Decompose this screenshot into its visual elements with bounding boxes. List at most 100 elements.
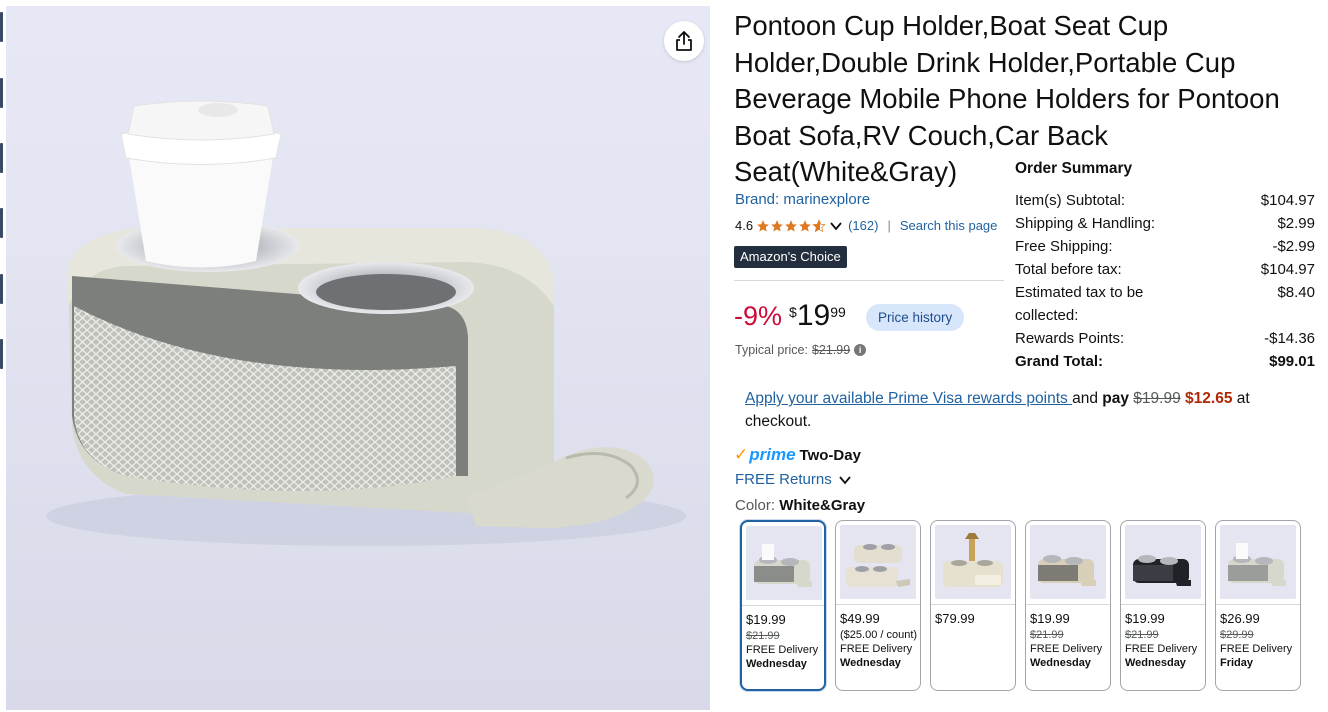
star-icon (799, 219, 811, 232)
swatch-details: $21.99 FREE Delivery Wednesday (1030, 628, 1108, 670)
swatch-price: $19.99 (746, 612, 786, 627)
swatch-details: $29.99 FREE Delivery Friday (1220, 628, 1298, 670)
prime-two-day: Two-Day (799, 446, 861, 464)
free-returns-link[interactable]: FREE Returns (735, 471, 852, 488)
swatch-option[interactable]: $19.99 $21.99 FREE Delivery Wednesday (1120, 520, 1206, 691)
swatch-delivery: FREE Delivery (840, 643, 913, 655)
summary-value: -$14.36 (1264, 330, 1315, 347)
swatch-unit-price: ($25.00 / count) (840, 629, 918, 641)
summary-value: $2.99 (1277, 215, 1315, 232)
prime-visa-offer: Apply your available Prime Visa rewards … (745, 387, 1315, 433)
summary-value: $104.97 (1260, 192, 1315, 209)
swatch-option[interactable]: $26.99 $29.99 FREE Delivery Friday (1215, 520, 1301, 691)
price-history-button[interactable]: Price history (866, 304, 965, 331)
swatch-image (1125, 525, 1201, 599)
swatch-details: ($25.00 / count) FREE Delivery Wednesday (840, 628, 918, 670)
color-label: Color: White&Gray (735, 497, 865, 514)
share-icon (676, 31, 692, 51)
prime-visa-and: and (1072, 390, 1103, 407)
summary-label: Rewards Points: (1015, 330, 1125, 347)
price-fraction: 99 (830, 304, 846, 320)
rating-value: 4.6 (735, 218, 754, 233)
discount-percent: -9% (734, 301, 783, 331)
swatch-image (746, 526, 822, 600)
swatch-delivery-day: Wednesday (746, 658, 807, 670)
separator: | (887, 218, 891, 233)
swatch-option[interactable]: $49.99 ($25.00 / count) FREE Delivery Wedn… (835, 520, 921, 691)
swatch-typical-price: $29.99 (1220, 629, 1254, 641)
swatch-image (1030, 525, 1106, 599)
info-icon[interactable]: i (854, 344, 867, 356)
typical-price-label: Typical price: (735, 343, 808, 357)
thumbnail-marker[interactable] (0, 339, 3, 369)
summary-row-grand-total: Grand Total: $99.01 (1015, 350, 1315, 373)
divider (734, 280, 1004, 281)
swatch-image (1220, 525, 1296, 599)
star-icon (757, 219, 769, 232)
thumbnail-marker[interactable] (0, 208, 3, 238)
swatch-option[interactable]: $79.99 (930, 520, 1016, 691)
swatch-typical-price: $21.99 (1030, 629, 1064, 641)
amazons-choice-badge: Amazon's Choice (734, 246, 847, 268)
prime-delivery: ✓ prime Two-Day (734, 445, 861, 465)
swatch-delivery-day: Wednesday (1125, 657, 1186, 669)
swatch-delivery: FREE Delivery (1220, 643, 1293, 655)
product-main-image[interactable] (6, 6, 710, 710)
swatch-typical-price: $21.99 (746, 630, 780, 642)
thumbnail-marker[interactable] (0, 274, 3, 304)
swatch-price: $79.99 (935, 611, 975, 626)
swatch-image (840, 525, 916, 599)
swatch-delivery-day: Wednesday (1030, 657, 1091, 669)
price-currency: $ (789, 304, 797, 320)
summary-value: -$2.99 (1272, 238, 1315, 255)
color-label-text: Color: (735, 497, 780, 514)
summary-value: $8.40 (1277, 284, 1315, 301)
summary-label: Item(s) Subtotal: (1015, 192, 1126, 209)
free-returns-text: FREE Returns (735, 471, 832, 488)
swatch-price: $26.99 (1220, 611, 1260, 626)
swatch-typical-price: $21.99 (1125, 629, 1159, 641)
star-icon (771, 219, 783, 232)
color-value: White&Gray (779, 497, 866, 514)
brand-link[interactable]: Brand: marinexplore (735, 191, 870, 208)
swatch-delivery: FREE Delivery (746, 644, 819, 656)
badge-choice-text: Choice (800, 249, 841, 264)
swatch-option[interactable]: $19.99 $21.99 FREE Delivery Wednesday (740, 520, 826, 691)
prime-visa-pay: pay (1102, 390, 1129, 407)
order-summary-heading: Order Summary (1015, 160, 1133, 177)
swatch-option[interactable]: $19.99 $21.99 FREE Delivery Wednesday (1025, 520, 1111, 691)
summary-row: Shipping & Handling: $2.99 (1015, 212, 1315, 235)
summary-row: Estimated tax to be collected: $8.40 (1015, 281, 1315, 327)
ratings-count-link[interactable]: (162) (848, 218, 878, 233)
summary-label: Grand Total: (1015, 353, 1104, 370)
thumbnail-marker[interactable] (0, 78, 3, 108)
price-whole: 19 (796, 299, 831, 332)
swatch-price: $19.99 (1030, 611, 1070, 626)
order-summary: Order Summary Item(s) Subtotal: $104.97 S… (1015, 160, 1315, 373)
share-button[interactable] (664, 21, 704, 61)
swatch-delivery-day: Wednesday (840, 657, 901, 669)
chevron-down-icon[interactable] (829, 219, 843, 233)
summary-value: $99.01 (1269, 353, 1315, 370)
prime-visa-old-price: $19.99 (1133, 390, 1181, 407)
badge-amazon-text: Amazon's (740, 249, 797, 264)
summary-row: Total before tax: $104.97 (1015, 258, 1315, 281)
typical-price: Typical price: $21.99 i (735, 343, 867, 357)
swatch-image (935, 525, 1011, 599)
thumbnail-marker[interactable] (0, 143, 3, 173)
swatch-price: $49.99 (840, 611, 880, 626)
summary-label: Shipping & Handling: (1015, 215, 1156, 232)
cup-holder-illustration (6, 100, 710, 710)
typical-price-value: $21.99 (811, 343, 851, 357)
summary-label: Total before tax: (1015, 261, 1122, 278)
prime-visa-rewards-link[interactable]: Apply your available Prime Visa rewards … (745, 390, 1072, 407)
search-this-page-link[interactable]: Search this page (900, 218, 998, 233)
price-row: -9% $ 19 99 (734, 296, 846, 336)
prime-check-icon: ✓ (734, 445, 749, 464)
rating-stars[interactable] (756, 218, 826, 233)
summary-row: Rewards Points: -$14.36 (1015, 327, 1315, 350)
thumbnail-marker[interactable] (0, 12, 3, 42)
summary-row: Free Shipping: -$2.99 (1015, 235, 1315, 258)
summary-value: $104.97 (1260, 261, 1315, 278)
summary-label: Free Shipping: (1015, 238, 1113, 255)
